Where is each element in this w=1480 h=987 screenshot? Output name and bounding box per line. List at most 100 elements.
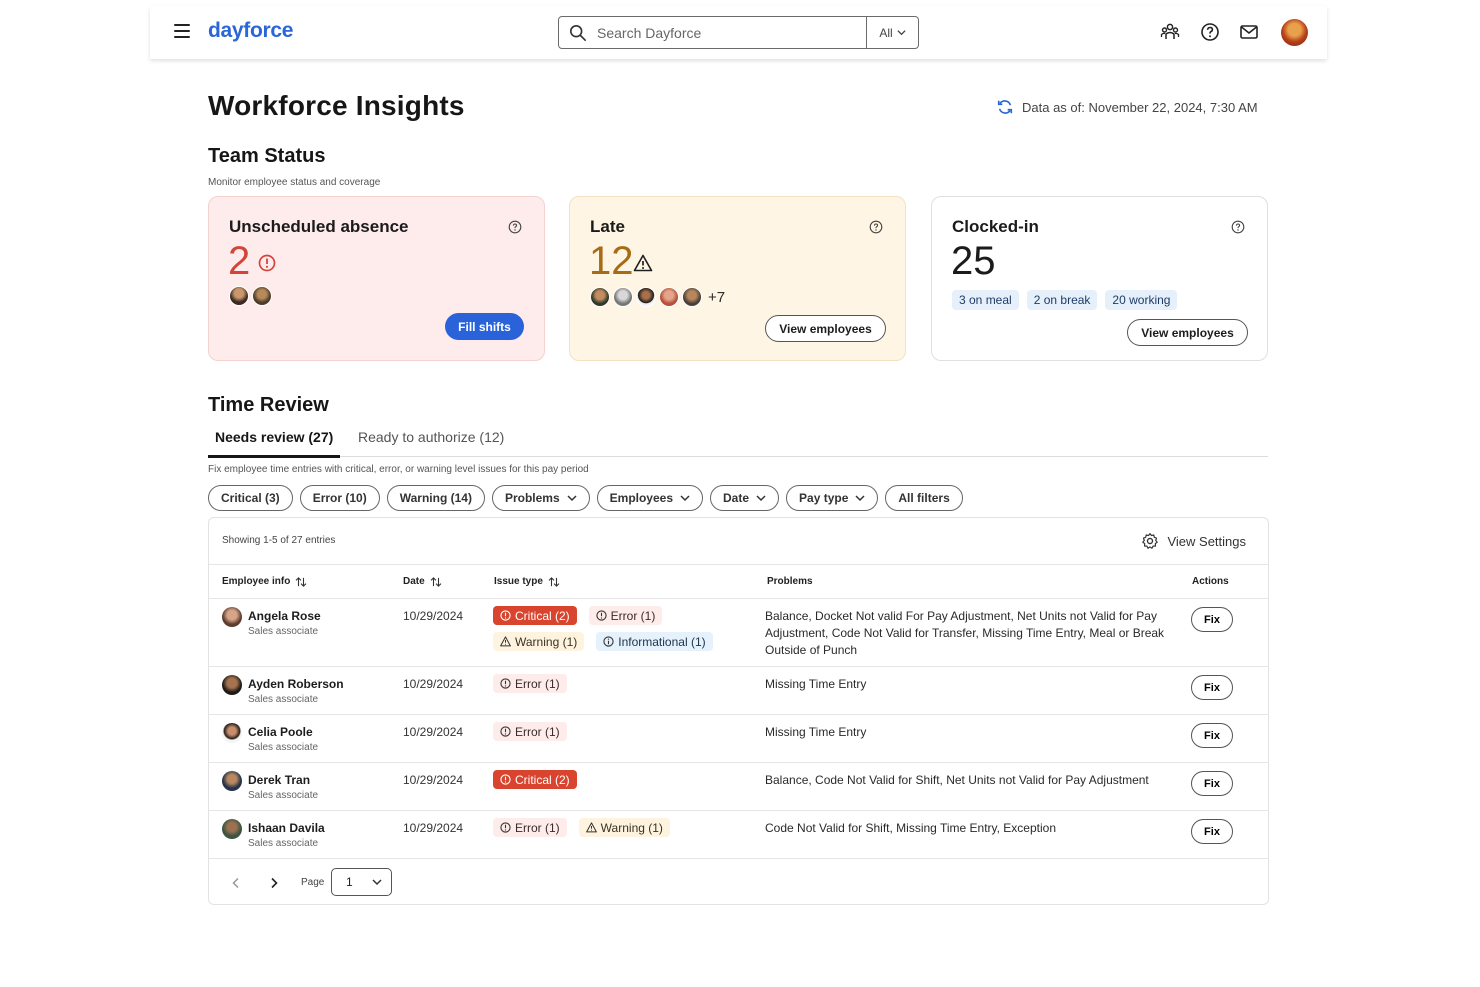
team-status-subtitle: Monitor employee status and coverage: [208, 177, 381, 188]
alert-circle-icon: [500, 678, 511, 689]
filter-date[interactable]: Date: [710, 485, 780, 511]
on-break-chip[interactable]: 2 on break: [1026, 290, 1098, 310]
employee-name[interactable]: Ishaan Davila: [248, 821, 325, 835]
error-badge[interactable]: Error (1): [493, 818, 567, 837]
global-search: All: [558, 16, 919, 49]
badge-label: Error (1): [515, 820, 560, 835]
employee-name[interactable]: Derek Tran: [248, 773, 310, 787]
filter-problems[interactable]: Problems: [491, 485, 590, 511]
avatar[interactable]: [613, 287, 633, 307]
column-issue-type[interactable]: Issue type: [494, 576, 560, 587]
team-status-title: Team Status: [208, 145, 326, 167]
avatar[interactable]: [252, 286, 272, 306]
unscheduled-absence-card: Unscheduled absence 2 Fill shifts: [208, 196, 545, 361]
avatar[interactable]: [682, 287, 702, 307]
tab-ready-to-authorize[interactable]: Ready to authorize (12): [358, 429, 504, 455]
problems-text: Missing Time Entry: [765, 725, 867, 739]
filter-all-filters[interactable]: All filters: [885, 485, 963, 511]
late-employee-avatars: +7: [590, 287, 725, 307]
help-icon[interactable]: [1200, 22, 1220, 42]
late-card: Late 12 +7 View employees: [569, 196, 906, 361]
avatar[interactable]: [229, 286, 249, 306]
problems-text: Balance, Code Not Valid for Shift, Net U…: [765, 773, 1149, 787]
help-icon[interactable]: [508, 220, 522, 234]
avatar: [222, 771, 242, 791]
card-title: Clocked-in: [952, 217, 1039, 236]
team-icon[interactable]: [1160, 22, 1180, 42]
filter-warning[interactable]: Warning (14): [386, 485, 485, 511]
time-review-title: Time Review: [208, 394, 329, 416]
filter-pay-type[interactable]: Pay type: [786, 485, 879, 511]
employee-role: Sales associate: [248, 790, 319, 801]
help-icon[interactable]: [1231, 220, 1245, 234]
filter-label: Employees: [609, 491, 674, 505]
mail-icon[interactable]: [1239, 22, 1259, 42]
view-late-employees-button[interactable]: View employees: [765, 315, 886, 342]
critical-badge[interactable]: Critical (2): [493, 606, 577, 625]
tab-needs-review[interactable]: Needs review (27): [208, 429, 341, 458]
filter-employees[interactable]: Employees: [596, 485, 704, 511]
avatar[interactable]: [636, 287, 656, 307]
filter-error[interactable]: Error (10): [299, 485, 380, 511]
badge-label: Error (1): [610, 608, 656, 623]
avatar[interactable]: [659, 287, 679, 307]
employee-name[interactable]: Angela Rose: [248, 609, 321, 623]
clocked-in-breakdown: 3 on meal 2 on break 20 working: [952, 290, 1178, 310]
informational-badge[interactable]: Informational (1): [596, 632, 713, 651]
sort-icon[interactable]: [548, 576, 560, 587]
search-input[interactable]: [597, 24, 847, 41]
view-settings-button[interactable]: View Settings: [1141, 532, 1246, 550]
warning-badge[interactable]: Warning (1): [578, 818, 670, 837]
alert-circle-icon: [258, 254, 276, 272]
fix-button[interactable]: Fix: [1191, 771, 1233, 796]
error-badge[interactable]: Error (1): [493, 722, 567, 741]
data-timestamp: Data as of: November 22, 2024, 7:30 AM: [996, 98, 1258, 116]
fix-button[interactable]: Fix: [1191, 675, 1233, 700]
filter-label: All filters: [898, 491, 950, 505]
time-review-table-panel: Showing 1-5 of 27 entries View Settings …: [208, 517, 1269, 905]
view-settings-label: View Settings: [1167, 533, 1246, 549]
current-page: 1: [346, 875, 353, 889]
sort-icon[interactable]: [430, 576, 442, 587]
fix-button[interactable]: Fix: [1191, 819, 1233, 844]
filter-label: Problems: [504, 491, 560, 505]
working-chip[interactable]: 20 working: [1105, 290, 1178, 310]
next-page-icon[interactable]: [268, 877, 280, 889]
view-clocked-in-employees-button[interactable]: View employees: [1127, 319, 1248, 346]
dayforce-logo[interactable]: dayforce: [208, 19, 293, 43]
more-employees-count[interactable]: +7: [708, 289, 725, 306]
page-select[interactable]: 1: [331, 868, 392, 896]
previous-page-icon[interactable]: [230, 877, 242, 889]
filter-bar: Critical (3) Error (10) Warning (14) Pro…: [208, 485, 963, 511]
user-avatar[interactable]: [1281, 19, 1308, 46]
refresh-icon[interactable]: [996, 98, 1014, 116]
on-meal-chip[interactable]: 3 on meal: [952, 290, 1019, 310]
employee-role: Sales associate: [248, 694, 319, 705]
clocked-in-card: Clocked-in 25 3 on meal 2 on break 20 wo…: [931, 196, 1268, 361]
avatar[interactable]: [590, 287, 610, 307]
filter-label: Date: [723, 491, 750, 505]
error-badge[interactable]: Error (1): [493, 674, 567, 693]
fix-button[interactable]: Fix: [1191, 723, 1233, 748]
alert-circle-icon: [596, 610, 607, 621]
warning-icon: [585, 822, 597, 833]
help-icon[interactable]: [869, 220, 883, 234]
clocked-in-count: 25: [951, 239, 996, 283]
employee-name[interactable]: Ayden Roberson: [248, 677, 344, 691]
menu-icon[interactable]: [174, 24, 190, 38]
warning-badge[interactable]: Warning (1): [493, 632, 585, 651]
critical-badge[interactable]: Critical (2): [493, 770, 577, 789]
employee-name[interactable]: Celia Poole: [248, 725, 313, 739]
fix-button[interactable]: Fix: [1191, 607, 1233, 632]
column-employee-info[interactable]: Employee info: [222, 576, 307, 587]
filter-label: Pay type: [799, 491, 849, 505]
column-date[interactable]: Date: [403, 576, 442, 587]
sort-icon[interactable]: [295, 576, 307, 587]
fill-shifts-button[interactable]: Fill shifts: [445, 313, 524, 340]
chevron-down-icon: [372, 879, 382, 886]
search-scope-dropdown[interactable]: All: [866, 17, 918, 48]
error-badge[interactable]: Error (1): [588, 606, 663, 625]
filter-critical[interactable]: Critical (3): [208, 485, 293, 511]
entries-count: Showing 1-5 of 27 entries: [222, 535, 336, 546]
filter-label: Warning (14): [399, 491, 472, 505]
